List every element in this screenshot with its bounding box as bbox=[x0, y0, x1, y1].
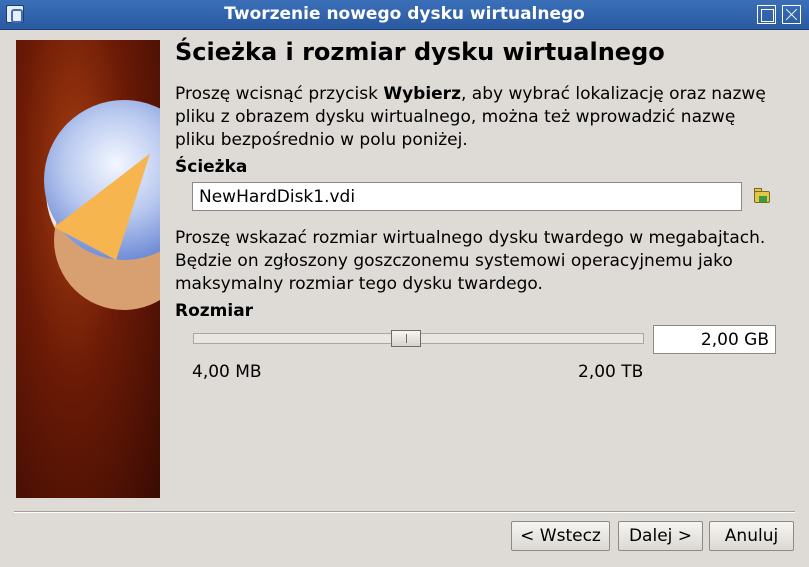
back-button[interactable]: < Wstecz bbox=[511, 521, 610, 551]
slider-handle[interactable] bbox=[391, 330, 421, 347]
size-description: Proszę wskazać rozmiar wirtualnego dysku… bbox=[175, 228, 766, 294]
intro-text: Proszę wcisnąć przycisk Wybierz, aby wyb… bbox=[175, 83, 775, 152]
close-icon[interactable] bbox=[782, 5, 801, 24]
size-input[interactable] bbox=[653, 325, 776, 354]
size-slider[interactable] bbox=[193, 330, 644, 347]
size-min-label: 4,00 MB bbox=[192, 362, 262, 382]
path-label: Ścieżka bbox=[175, 157, 248, 177]
folder-open-icon[interactable] bbox=[752, 186, 772, 206]
size-label: Rozmiar bbox=[175, 301, 254, 321]
path-input[interactable] bbox=[192, 182, 742, 211]
title-bar: Tworzenie nowego dysku wirtualnego bbox=[0, 0, 809, 30]
cancel-button[interactable]: Anuluj bbox=[709, 521, 794, 551]
maximize-icon[interactable] bbox=[757, 5, 776, 24]
intro-text-bold: Wybierz bbox=[383, 84, 461, 104]
size-max-label: 2,00 TB bbox=[578, 362, 644, 382]
next-button[interactable]: Dalej > bbox=[618, 521, 703, 551]
separator bbox=[14, 511, 795, 513]
window-title: Tworzenie nowego dysku wirtualnego bbox=[224, 4, 585, 24]
wizard-side-image bbox=[16, 40, 160, 498]
page-title: Ścieżka i rozmiar dysku wirtualnego bbox=[175, 38, 665, 66]
intro-text-before: Proszę wcisnąć przycisk bbox=[175, 84, 384, 104]
